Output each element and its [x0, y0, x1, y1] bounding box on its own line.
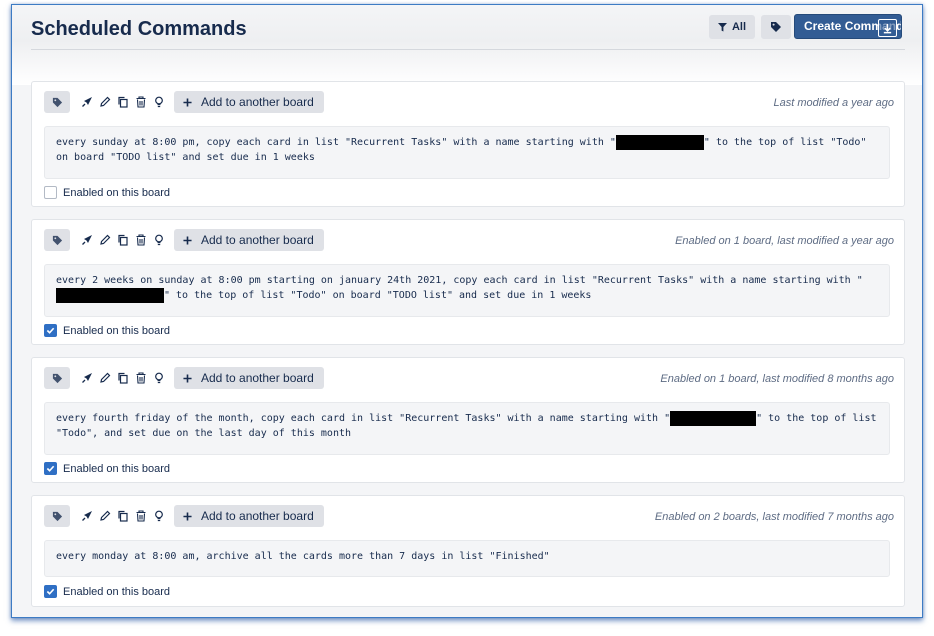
command-meta: Enabled on 2 boards, last modified 7 mon…: [654, 511, 894, 523]
enabled-checkbox[interactable]: [44, 186, 57, 199]
command-card-4: Add to another board Enabled on 2 boards…: [31, 495, 905, 607]
add-to-another-board-label: Add to another board: [201, 95, 314, 109]
tag-filter-button[interactable]: [761, 15, 791, 39]
pencil-icon[interactable]: [96, 93, 114, 111]
tag-icon: [52, 235, 62, 245]
bulb-icon[interactable]: [150, 231, 168, 249]
command-meta: Last modified a year ago: [773, 97, 894, 109]
tag-button[interactable]: [44, 91, 70, 113]
command-text-start: every sunday at 8:00 pm, copy each card …: [56, 137, 616, 148]
command-text: every fourth friday of the month, copy e…: [44, 402, 890, 455]
command-text: every 2 weeks on sunday at 8:00 pm start…: [44, 264, 890, 317]
redacted-text: [670, 411, 757, 426]
enabled-toggle[interactable]: Enabled on this board: [44, 186, 170, 199]
command-card-3: Add to another board Enabled on 1 board,…: [31, 357, 905, 483]
trash-icon[interactable]: [132, 507, 150, 525]
add-to-another-board-label: Add to another board: [201, 233, 314, 247]
page-header: Scheduled Commands All Create Command: [12, 5, 922, 85]
add-to-another-board-button[interactable]: Add to another board: [174, 367, 324, 389]
tag-button[interactable]: [44, 505, 70, 527]
tag-button[interactable]: [44, 367, 70, 389]
pencil-icon[interactable]: [96, 507, 114, 525]
plus-icon: [183, 373, 192, 383]
plus-icon: [183, 97, 192, 107]
redacted-text: [56, 288, 164, 303]
bulb-icon[interactable]: [150, 369, 168, 387]
command-card-1: Add to another board Last modified a yea…: [31, 81, 905, 207]
copy-icon[interactable]: [114, 93, 132, 111]
command-text: every sunday at 8:00 pm, copy each card …: [44, 126, 890, 179]
enabled-label: Enabled on this board: [63, 186, 171, 199]
command-meta: Enabled on 1 board, last modified a year…: [675, 235, 894, 247]
command-text: every monday at 8:00 am, archive all the…: [44, 540, 890, 577]
page-title: Scheduled Commands: [31, 18, 247, 40]
add-to-another-board-button[interactable]: Add to another board: [174, 505, 324, 527]
filter-all-label: All: [731, 21, 747, 33]
check-icon: [46, 327, 55, 334]
tag-icon: [771, 22, 781, 32]
download-icon[interactable]: [878, 19, 897, 37]
pencil-icon[interactable]: [96, 231, 114, 249]
command-text-start: every monday at 8:00 am, archive all the…: [56, 551, 550, 562]
tag-icon: [52, 97, 62, 107]
tag-button[interactable]: [44, 229, 70, 251]
add-to-another-board-button[interactable]: Add to another board: [174, 91, 324, 113]
copy-icon[interactable]: [114, 507, 132, 525]
enabled-checkbox[interactable]: [44, 324, 57, 337]
add-to-another-board-label: Add to another board: [201, 371, 314, 385]
filter-all-button[interactable]: All: [709, 15, 755, 39]
enabled-toggle[interactable]: Enabled on this board: [44, 462, 170, 475]
enabled-label: Enabled on this board: [63, 585, 171, 598]
plus-icon: [183, 235, 192, 245]
command-toolbar: Add to another board: [44, 229, 324, 251]
trash-icon[interactable]: [132, 93, 150, 111]
command-meta: Enabled on 1 board, last modified 8 mont…: [660, 373, 894, 385]
bulb-icon[interactable]: [150, 507, 168, 525]
add-to-another-board-button[interactable]: Add to another board: [174, 229, 324, 251]
trash-icon[interactable]: [132, 369, 150, 387]
check-icon: [46, 588, 55, 595]
plus-icon: [183, 511, 192, 521]
command-text-start: every 2 weeks on sunday at 8:00 pm start…: [56, 275, 863, 286]
pencil-icon[interactable]: [96, 369, 114, 387]
trash-icon[interactable]: [132, 231, 150, 249]
copy-icon[interactable]: [114, 231, 132, 249]
enabled-toggle[interactable]: Enabled on this board: [44, 585, 170, 598]
enabled-checkbox[interactable]: [44, 585, 57, 598]
copy-icon[interactable]: [114, 369, 132, 387]
bulb-icon[interactable]: [150, 93, 168, 111]
command-text-end: " to the top of list "Todo" on board "TO…: [164, 290, 592, 301]
tag-icon: [52, 511, 62, 521]
command-card-2: Add to another board Enabled on 1 board,…: [31, 219, 905, 345]
command-toolbar: Add to another board: [44, 505, 324, 527]
command-toolbar: Add to another board: [44, 91, 324, 113]
scheduled-commands-window: Scheduled Commands All Create Command Ad…: [11, 4, 923, 618]
tag-icon: [52, 373, 62, 383]
rocket-icon[interactable]: [78, 507, 96, 525]
header-divider: [31, 49, 905, 50]
add-to-another-board-label: Add to another board: [201, 509, 314, 523]
enabled-label: Enabled on this board: [63, 324, 171, 337]
rocket-icon[interactable]: [78, 369, 96, 387]
command-text-start: every fourth friday of the month, copy e…: [56, 413, 671, 424]
enabled-label: Enabled on this board: [63, 462, 171, 475]
rocket-icon[interactable]: [78, 93, 96, 111]
rocket-icon[interactable]: [78, 231, 96, 249]
check-icon: [46, 465, 55, 472]
command-toolbar: Add to another board: [44, 367, 324, 389]
enabled-checkbox[interactable]: [44, 462, 57, 475]
redacted-text: [615, 135, 704, 150]
enabled-toggle[interactable]: Enabled on this board: [44, 324, 170, 337]
funnel-icon: [717, 22, 727, 32]
